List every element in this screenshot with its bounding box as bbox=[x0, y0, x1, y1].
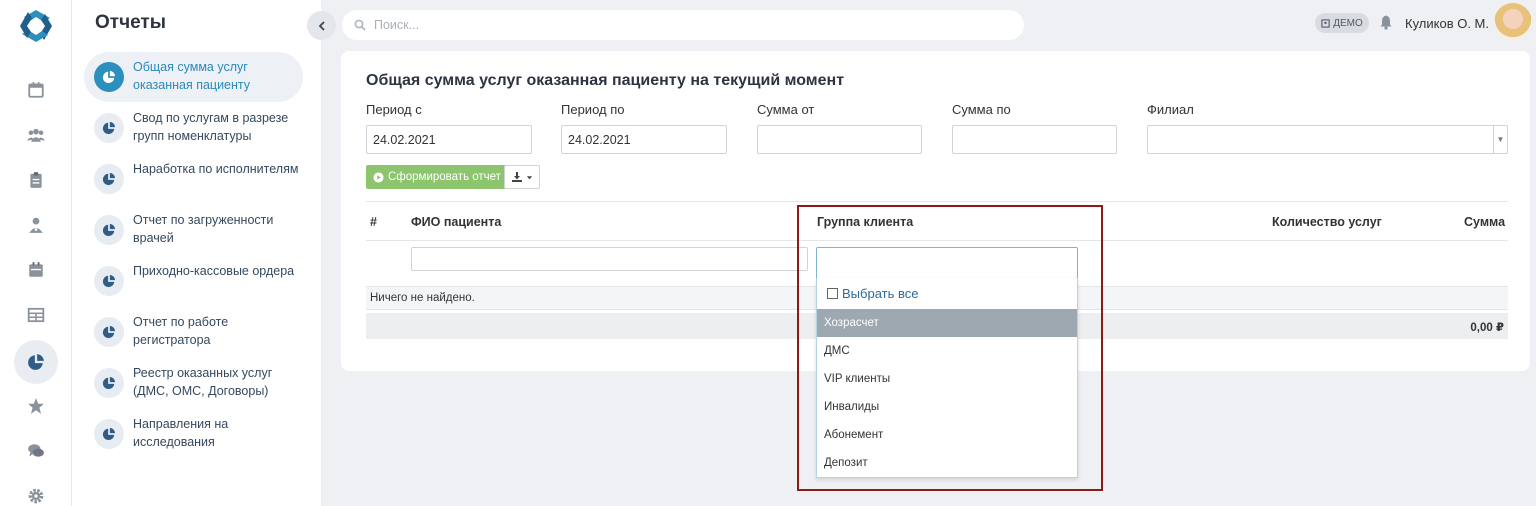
report-item-referrals[interactable]: Направления на исследования bbox=[84, 409, 303, 459]
branch-label: Филиал bbox=[1147, 102, 1194, 117]
sum-to-input[interactable] bbox=[952, 125, 1117, 154]
download-icon bbox=[512, 172, 522, 182]
column-header-patient[interactable]: ФИО пациента bbox=[411, 215, 501, 229]
report-pie-icon bbox=[94, 113, 124, 143]
dropdown-option[interactable]: Инвалиды bbox=[817, 393, 1077, 421]
report-item-nomenclature-summary[interactable]: Свод по услугам в разрезе групп номенкла… bbox=[84, 103, 303, 153]
report-item-label: Наработка по исполнителям bbox=[133, 162, 299, 176]
dropdown-option[interactable]: ДМС bbox=[817, 337, 1077, 365]
chat-icon[interactable] bbox=[14, 429, 58, 473]
gear-icon[interactable] bbox=[14, 474, 58, 506]
schedule-icon[interactable] bbox=[14, 248, 58, 292]
report-pie-icon bbox=[94, 62, 124, 92]
period-to-input[interactable]: 24.02.2021 bbox=[561, 125, 727, 154]
select-all-option[interactable]: Выбрать все bbox=[827, 286, 918, 301]
caret-down-icon bbox=[526, 175, 533, 179]
sum-to-label: Сумма по bbox=[952, 102, 1011, 117]
user-name[interactable]: Куликов О. М. bbox=[1405, 16, 1489, 31]
table-icon[interactable] bbox=[14, 293, 58, 337]
report-item-cash-orders[interactable]: Приходно-кассовые ордера bbox=[84, 256, 303, 306]
dropdown-option[interactable]: VIP клиенты bbox=[817, 365, 1077, 393]
report-pie-icon bbox=[94, 368, 124, 398]
global-search[interactable] bbox=[342, 10, 1024, 40]
dropdown-option[interactable]: Хозрасчет bbox=[817, 309, 1077, 337]
generate-report-label: Сформировать отчет bbox=[388, 171, 501, 183]
client-group-dropdown: Выбрать все Хозрасчет ДМС VIP клиенты Ин… bbox=[816, 278, 1078, 478]
column-header-number: # bbox=[370, 215, 377, 229]
checkbox[interactable] bbox=[827, 288, 838, 299]
report-pie-icon bbox=[94, 215, 124, 245]
report-pie-icon bbox=[94, 164, 124, 194]
search-icon bbox=[354, 19, 366, 31]
total-sum: 0,00 ₽ bbox=[1470, 322, 1504, 334]
badge-icon bbox=[1321, 18, 1330, 28]
panel-title: Отчеты bbox=[95, 12, 166, 33]
chevron-left-icon bbox=[318, 20, 325, 31]
column-header-services-count[interactable]: Количество услуг bbox=[1272, 215, 1382, 229]
star-icon[interactable] bbox=[14, 384, 58, 428]
report-item-total-services[interactable]: Общая сумма услуг оказанная пациенту bbox=[84, 52, 303, 102]
sum-from-input[interactable] bbox=[757, 125, 922, 154]
report-title: Общая сумма услуг оказанная пациенту на … bbox=[366, 72, 845, 89]
column-header-sum[interactable]: Сумма bbox=[1464, 215, 1505, 229]
demo-badge: ДЕМО bbox=[1315, 13, 1369, 33]
caret-down-icon: ▼ bbox=[1493, 126, 1507, 153]
report-item-performers[interactable]: Наработка по исполнителям bbox=[84, 154, 303, 204]
calendar-icon[interactable] bbox=[14, 68, 58, 112]
reports-panel: Отчеты Общая сумма услуг оказанная пацие… bbox=[72, 0, 321, 506]
demo-badge-label: ДЕМО bbox=[1333, 17, 1363, 29]
patient-filter-input[interactable] bbox=[411, 247, 808, 271]
play-circle-icon bbox=[373, 171, 384, 183]
period-from-input[interactable]: 24.02.2021 bbox=[366, 125, 532, 154]
report-pie-icon bbox=[94, 419, 124, 449]
bell-icon[interactable] bbox=[1378, 14, 1394, 35]
download-dropdown-button[interactable] bbox=[504, 165, 540, 189]
report-item-label: Свод по услугам в разрезе групп номенкла… bbox=[133, 111, 289, 143]
empty-text: Ничего не найдено. bbox=[370, 292, 475, 304]
branch-select[interactable]: ▼ bbox=[1147, 125, 1508, 154]
avatar[interactable] bbox=[1494, 3, 1532, 41]
report-item-label: Отчет по работе регистратора bbox=[133, 315, 229, 347]
divider bbox=[366, 201, 1508, 202]
report-item-doctors-load[interactable]: Отчет по загруженности врачей bbox=[84, 205, 303, 255]
report-item-label: Направления на исследования bbox=[133, 417, 229, 449]
dropdown-option[interactable]: Депозит bbox=[817, 449, 1077, 477]
report-item-registrar[interactable]: Отчет по работе регистратора bbox=[84, 307, 303, 357]
report-item-services-registry[interactable]: Реестр оказанных услуг (ДМС, ОМС, Догово… bbox=[84, 358, 303, 408]
app-logo[interactable] bbox=[18, 8, 54, 44]
report-item-label: Приходно-кассовые ордера bbox=[133, 264, 295, 278]
clipboard-icon[interactable] bbox=[14, 158, 58, 202]
report-item-label: Реестр оказанных услуг (ДМС, ОМС, Догово… bbox=[133, 366, 273, 398]
icon-rail bbox=[0, 0, 72, 506]
report-item-label: Общая сумма услуг оказанная пациенту bbox=[133, 60, 251, 92]
users-icon[interactable] bbox=[14, 113, 58, 157]
client-group-filter-input[interactable] bbox=[816, 247, 1078, 279]
report-pie-icon bbox=[94, 266, 124, 296]
select-all-label: Выбрать все bbox=[842, 286, 919, 301]
search-input[interactable] bbox=[374, 18, 974, 32]
report-pie-icon bbox=[94, 317, 124, 347]
report-item-label: Отчет по загруженности врачей bbox=[133, 213, 274, 245]
period-to-label: Период по bbox=[561, 102, 625, 117]
generate-report-button[interactable]: Сформировать отчет bbox=[366, 165, 508, 189]
pie-chart-icon[interactable] bbox=[14, 340, 58, 384]
doctor-icon[interactable] bbox=[14, 203, 58, 247]
sum-from-label: Сумма от bbox=[757, 102, 815, 117]
period-from-label: Период с bbox=[366, 102, 422, 117]
dropdown-option[interactable]: Абонемент bbox=[817, 421, 1077, 449]
collapse-panel-button[interactable] bbox=[307, 11, 336, 40]
